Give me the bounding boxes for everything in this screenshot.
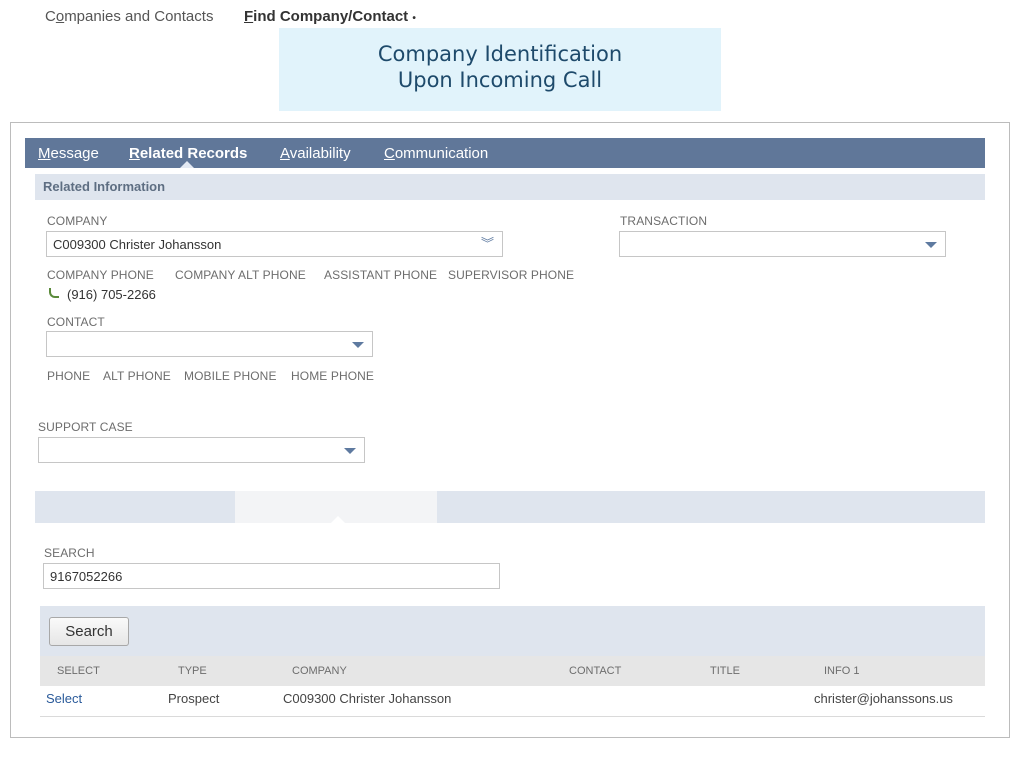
company-phone-value[interactable]: (916) 705-2266 (67, 287, 156, 302)
support-case-label: SUPPORT CASE (38, 420, 133, 434)
search-button[interactable]: Search (49, 617, 129, 646)
column-header-select: SELECT (57, 665, 100, 677)
main-tabbar: Message Related Records Availability Com… (25, 138, 985, 168)
search-label: SEARCH (44, 546, 95, 560)
search-input[interactable]: 9167052266 (43, 563, 500, 589)
transaction-select[interactable] (619, 231, 946, 257)
mobile-phone-label: MOBILE PHONE (184, 369, 277, 383)
alt-phone-label: ALT PHONE (103, 369, 171, 383)
tab-availability[interactable]: Availability (280, 145, 351, 162)
phone-label: PHONE (47, 369, 91, 383)
banner-line-2: Upon Incoming Call (397, 68, 603, 92)
contact-select[interactable] (46, 331, 373, 357)
select-link[interactable]: Select (46, 691, 82, 706)
double-chevron-down-icon[interactable]: ︾ (481, 235, 494, 253)
support-case-select[interactable] (38, 437, 365, 463)
caret-down-icon[interactable] (925, 242, 937, 248)
subtab-marker: • (412, 13, 416, 24)
company-field-value: C009300 Christer Johansson (53, 237, 222, 252)
search-button-bar (40, 606, 985, 656)
column-header-type: TYPE (178, 665, 207, 677)
phone-icon[interactable] (49, 288, 59, 298)
info-banner: Company Identification Upon Incoming Cal… (279, 28, 721, 111)
column-header-title: TITLE (710, 665, 740, 677)
assistant-phone-label: ASSISTANT PHONE (324, 268, 438, 282)
active-subtab-indicator (331, 516, 345, 523)
column-header-info1: INFO 1 (824, 665, 860, 677)
banner-line-1: Company Identification (377, 42, 623, 66)
caret-down-icon[interactable] (352, 342, 364, 348)
row-divider (40, 716, 985, 717)
supervisor-phone-label: SUPERVISOR PHONE (448, 268, 575, 282)
subtab-find-company-contact[interactable]: Find Company/Contact • (244, 8, 416, 25)
sub-tabbar (35, 491, 985, 523)
company-field[interactable]: C009300 Christer Johansson ︾ (46, 231, 503, 257)
cell-info1: christer@johanssons.us (814, 691, 953, 706)
caret-down-icon[interactable] (344, 448, 356, 454)
company-phone-label: COMPANY PHONE (47, 268, 154, 282)
transaction-label: TRANSACTION (620, 214, 708, 228)
tab-communication[interactable]: Communication (384, 145, 488, 162)
section-header-related-information: Related Information (35, 174, 985, 200)
contact-label: CONTACT (47, 315, 105, 329)
column-header-contact: CONTACT (569, 665, 622, 677)
subtab-companies-and-contacts[interactable]: Companies and Contacts (45, 8, 213, 25)
company-label: COMPANY (47, 214, 108, 228)
cell-type: Prospect (168, 691, 220, 706)
active-tab-indicator (180, 161, 194, 168)
search-input-value: 9167052266 (50, 569, 123, 584)
home-phone-label: HOME PHONE (291, 369, 375, 383)
column-header-company: COMPANY (292, 665, 347, 677)
cell-company: C009300 Christer Johansson (283, 691, 452, 706)
tab-message[interactable]: Message (38, 145, 99, 162)
tab-related-records[interactable]: Related Records (129, 145, 247, 162)
company-alt-phone-label: COMPANY ALT PHONE (175, 268, 306, 282)
